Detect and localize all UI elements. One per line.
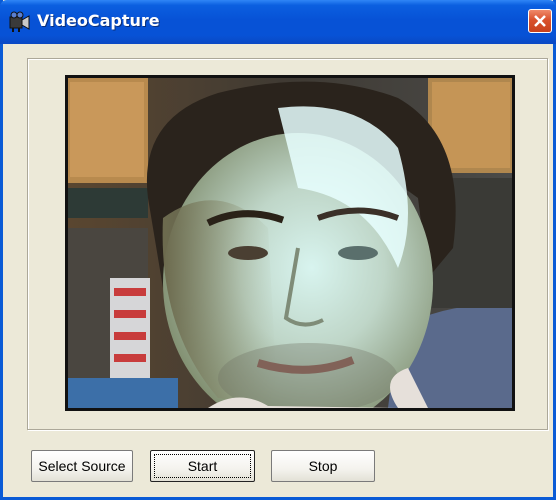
video-capture-app-icon bbox=[9, 11, 31, 33]
webcam-preview-image bbox=[68, 78, 512, 408]
close-icon bbox=[534, 15, 546, 27]
stop-button[interactable]: Stop bbox=[271, 450, 375, 482]
window-title: VideoCapture bbox=[37, 11, 160, 30]
title-bar[interactable]: VideoCapture bbox=[0, 0, 556, 44]
video-capture-window: VideoCapture Select Source Start Stop bbox=[0, 0, 556, 500]
close-button[interactable] bbox=[528, 9, 552, 33]
video-preview bbox=[65, 75, 515, 411]
select-source-button[interactable]: Select Source bbox=[31, 450, 133, 482]
start-button[interactable]: Start bbox=[150, 450, 255, 482]
focus-rectangle bbox=[154, 454, 251, 478]
